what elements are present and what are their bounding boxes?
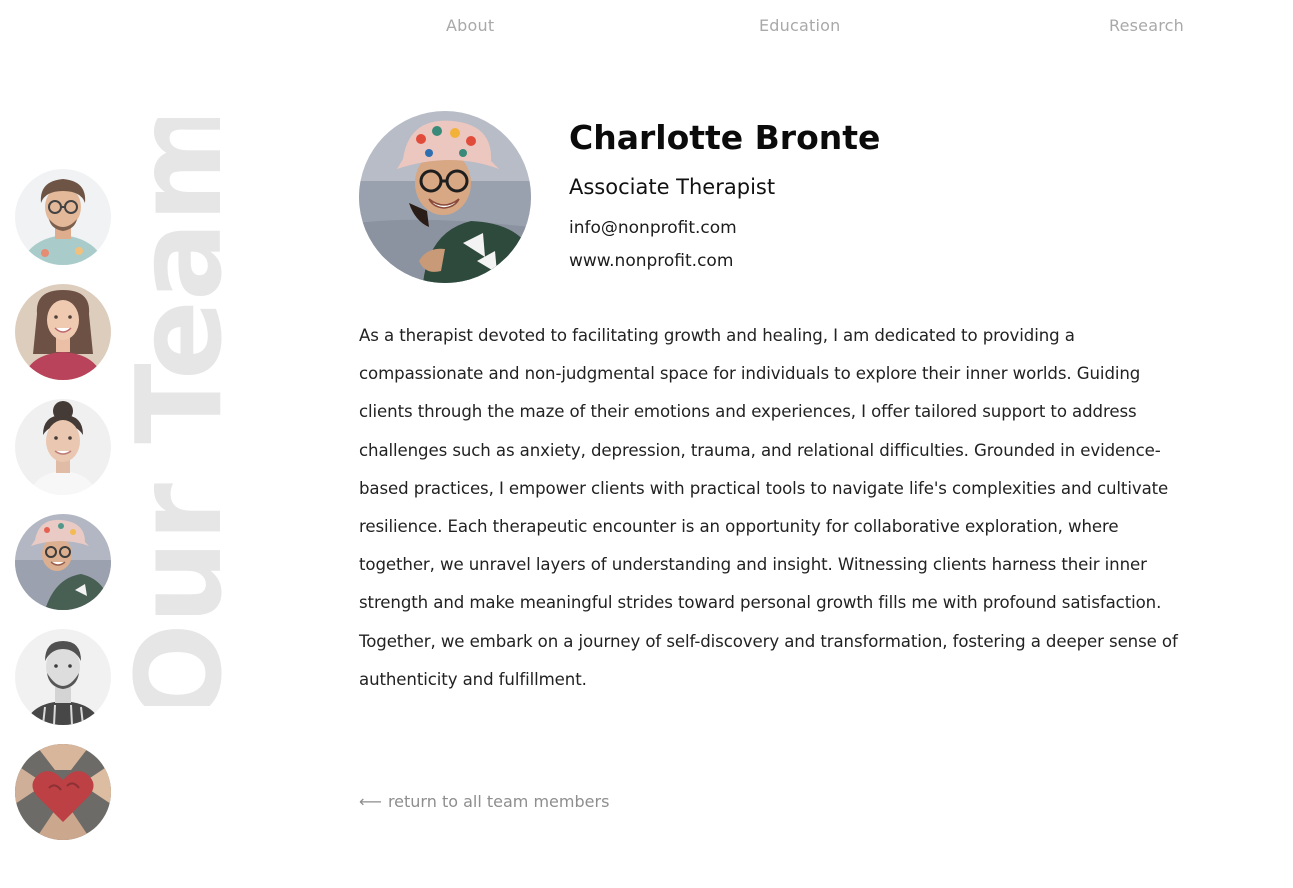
left-arrow-icon: ⟵	[359, 792, 382, 811]
return-to-team-link[interactable]: ⟵ return to all team members	[359, 790, 609, 814]
top-navigation: About Education Research	[0, 14, 1293, 40]
profile-photo	[359, 111, 531, 283]
profile-bio: As a therapist devoted to facilitating g…	[359, 326, 1178, 689]
profile-email-link[interactable]: info@nonprofit.com	[569, 216, 737, 240]
team-avatar-hands-heart[interactable]	[15, 744, 111, 840]
our-team-vertical-heading: Our Team	[94, 118, 264, 706]
nav-link-education[interactable]: Education	[759, 14, 840, 38]
woman-bucket-hat-portrait-icon	[359, 111, 531, 283]
return-link-label: return to all team members	[387, 792, 610, 811]
team-member-page: About Education Research Our Team Charlo…	[0, 0, 1293, 888]
nav-link-about[interactable]: About	[446, 14, 494, 38]
profile-role: Associate Therapist	[569, 175, 776, 199]
our-team-heading-text: Our Team	[110, 118, 248, 706]
profile-website-link[interactable]: www.nonprofit.com	[569, 249, 733, 273]
nav-link-research[interactable]: Research	[1109, 14, 1184, 38]
hands-heart-avatar-icon	[15, 744, 111, 840]
profile-name: Charlotte Bronte	[569, 118, 881, 157]
